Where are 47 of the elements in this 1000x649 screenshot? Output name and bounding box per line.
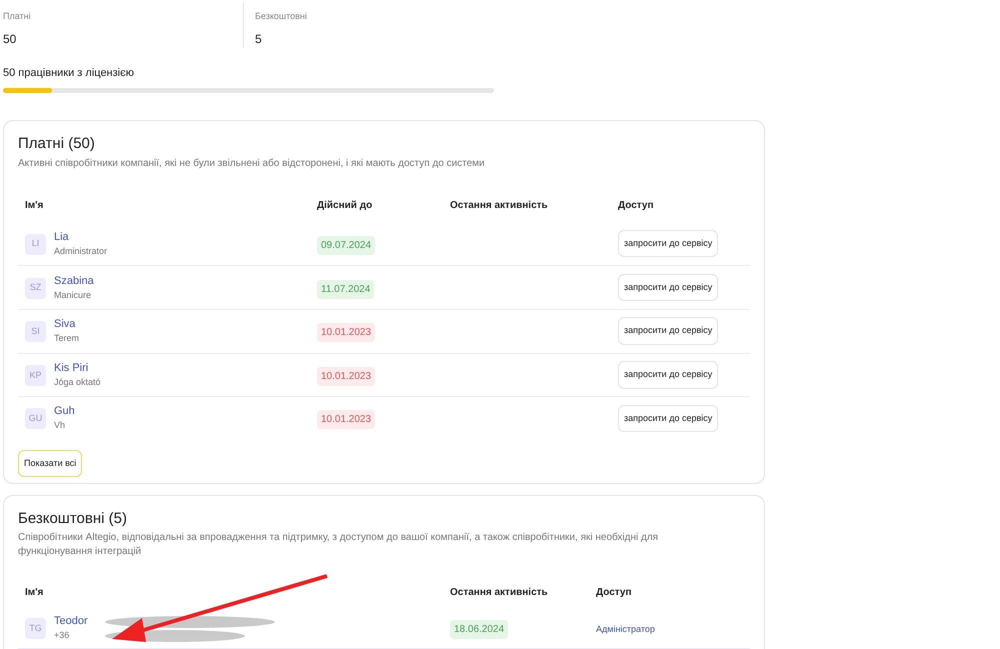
employee-name[interactable]: Teodor	[54, 616, 88, 628]
date-badge: 18.06.2024	[450, 620, 508, 640]
column-header: Доступ	[618, 198, 655, 213]
card-description: Активні співробітники компанії, які не були звільнені або відсторонені, і які мають доступ до системи	[18, 156, 486, 171]
invite-button[interactable]: запросити до сервісу	[618, 230, 718, 258]
show-all-button[interactable]: Показати всі	[18, 450, 82, 478]
stat-label: Платні	[3, 10, 32, 23]
date-badge: 10.01.2023	[317, 323, 376, 342]
card-description: Співробітники Altegio, відповідальні за впровадження та підтримку, з доступом до вашої компанії, а також співробітники, які необхідні для функціонування інтеграцій	[18, 530, 660, 559]
employee-role: Jóga oktató	[54, 378, 101, 387]
column-header: Остання активність	[450, 198, 549, 213]
invite-button[interactable]: запросити до сервісу	[618, 317, 718, 345]
invite-button[interactable]: запросити до сервісу	[618, 404, 718, 432]
employee-role: Manicure	[54, 290, 92, 300]
date-badge: 11.07.2024	[317, 280, 374, 299]
license-label: 50 працівники з ліцензією	[3, 67, 134, 79]
column-header: Дійсний до	[317, 198, 374, 213]
column-header: Остання активність	[450, 586, 549, 600]
employee-name[interactable]: Kis Piri	[54, 362, 101, 374]
avatar: KP	[25, 364, 46, 386]
employee-role: Administrator	[54, 246, 108, 256]
employee-role: +36	[54, 631, 70, 640]
stat-label: Безкоштовні	[255, 10, 308, 23]
invite-button[interactable]: запросити до сервісу	[618, 274, 718, 302]
column-header: Ім'я	[25, 198, 44, 213]
card-title: Платні (50)	[18, 135, 96, 154]
employee-name[interactable]: Siva	[54, 319, 80, 330]
stat-value: 5	[255, 30, 263, 48]
employee-role: Terem	[54, 334, 80, 344]
column-header: Доступ	[596, 586, 633, 600]
column-header: Ім'я	[25, 586, 44, 600]
employee-name[interactable]: Lia	[54, 232, 108, 243]
invite-button[interactable]: запросити до сервісу	[618, 361, 718, 389]
avatar: TG	[25, 618, 46, 640]
employee-name[interactable]: Guh	[54, 406, 75, 418]
date-badge: 10.01.2023	[317, 366, 376, 386]
employee-name[interactable]: Szabina	[54, 276, 94, 287]
card-title: Безкоштовні (5)	[18, 510, 128, 529]
avatar: SI	[25, 321, 46, 342]
stat-value: 50	[3, 30, 18, 48]
access-link[interactable]: Адміністратор	[596, 624, 655, 634]
avatar: LI	[25, 234, 46, 255]
avatar: SZ	[25, 278, 46, 299]
date-badge: 10.01.2023	[317, 410, 376, 430]
employee-role: Vh	[54, 421, 66, 430]
date-badge: 09.07.2024	[317, 236, 376, 255]
avatar: GU	[25, 408, 46, 430]
